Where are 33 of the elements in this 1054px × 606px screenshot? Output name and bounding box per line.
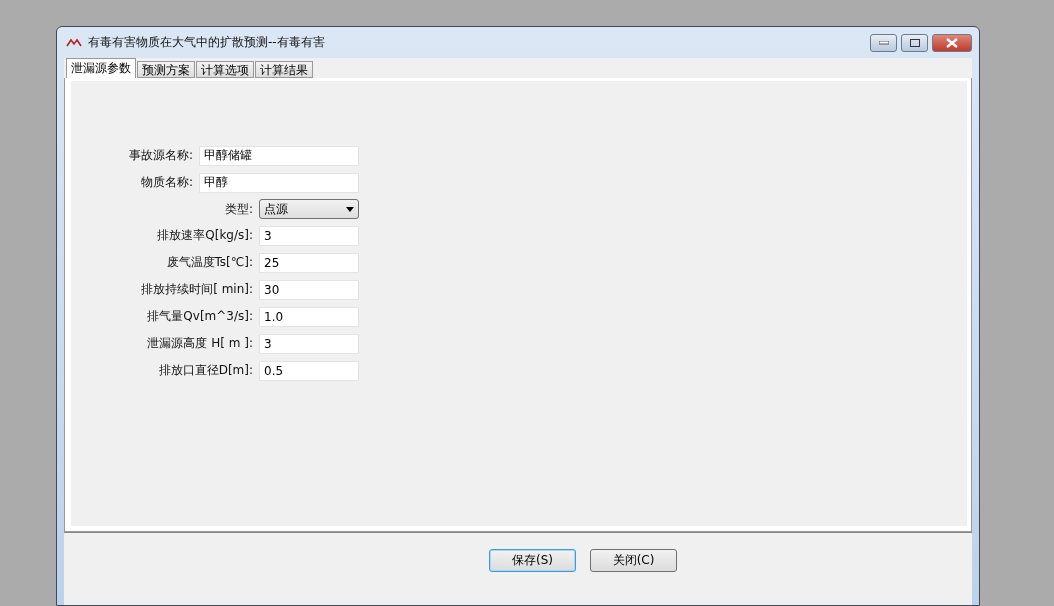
tab[interactable]: 预测方案: [137, 61, 195, 78]
minimize-icon: [878, 40, 889, 45]
input-field[interactable]: 30: [259, 279, 359, 300]
input-field[interactable]: 0.5: [259, 360, 359, 381]
field-label: 排放速率Q[kg/s]:: [156, 227, 254, 244]
field-label: 事故源名称:: [127, 147, 194, 164]
close-button[interactable]: [932, 33, 972, 52]
window-title: 有毒有害物质在大气中的扩散预测--有毒有害: [88, 34, 325, 51]
field-label: 废气温度Ts[℃]:: [165, 254, 254, 271]
save-button[interactable]: 保存(S): [489, 549, 576, 572]
tab[interactable]: 计算选项: [196, 61, 254, 78]
close-dialog-button[interactable]: 关闭(C): [590, 549, 677, 572]
close-icon: [946, 37, 958, 48]
app-logo-icon: [66, 37, 82, 48]
input-field[interactable]: 25: [259, 252, 359, 273]
field-label: 排放持续时间[ min]:: [140, 281, 254, 298]
input-field[interactable]: 1.0: [259, 306, 359, 327]
field-label: 排气量Qv[m^3/s]:: [146, 308, 254, 325]
input-field[interactable]: 3: [259, 333, 359, 354]
field-label: 物质名称:: [139, 174, 194, 191]
input-field[interactable]: 甲醇: [199, 172, 359, 193]
field-label: 排放口直径D[m]:: [157, 362, 254, 379]
tab[interactable]: 泄漏源参数: [66, 58, 136, 78]
type-dropdown[interactable]: 点源: [259, 199, 359, 219]
field-label: 泄漏源高度 H[ m ]:: [146, 335, 254, 352]
minimize-button[interactable]: [870, 33, 897, 52]
tab[interactable]: 计算结果: [255, 61, 313, 78]
maximize-icon: [909, 38, 920, 47]
field-label: 类型:: [223, 200, 254, 218]
input-field[interactable]: 3: [259, 225, 359, 246]
input-field[interactable]: 甲醇储罐: [199, 145, 359, 166]
maximize-button[interactable]: [901, 33, 928, 52]
dropdown-arrow-icon: [346, 206, 354, 212]
